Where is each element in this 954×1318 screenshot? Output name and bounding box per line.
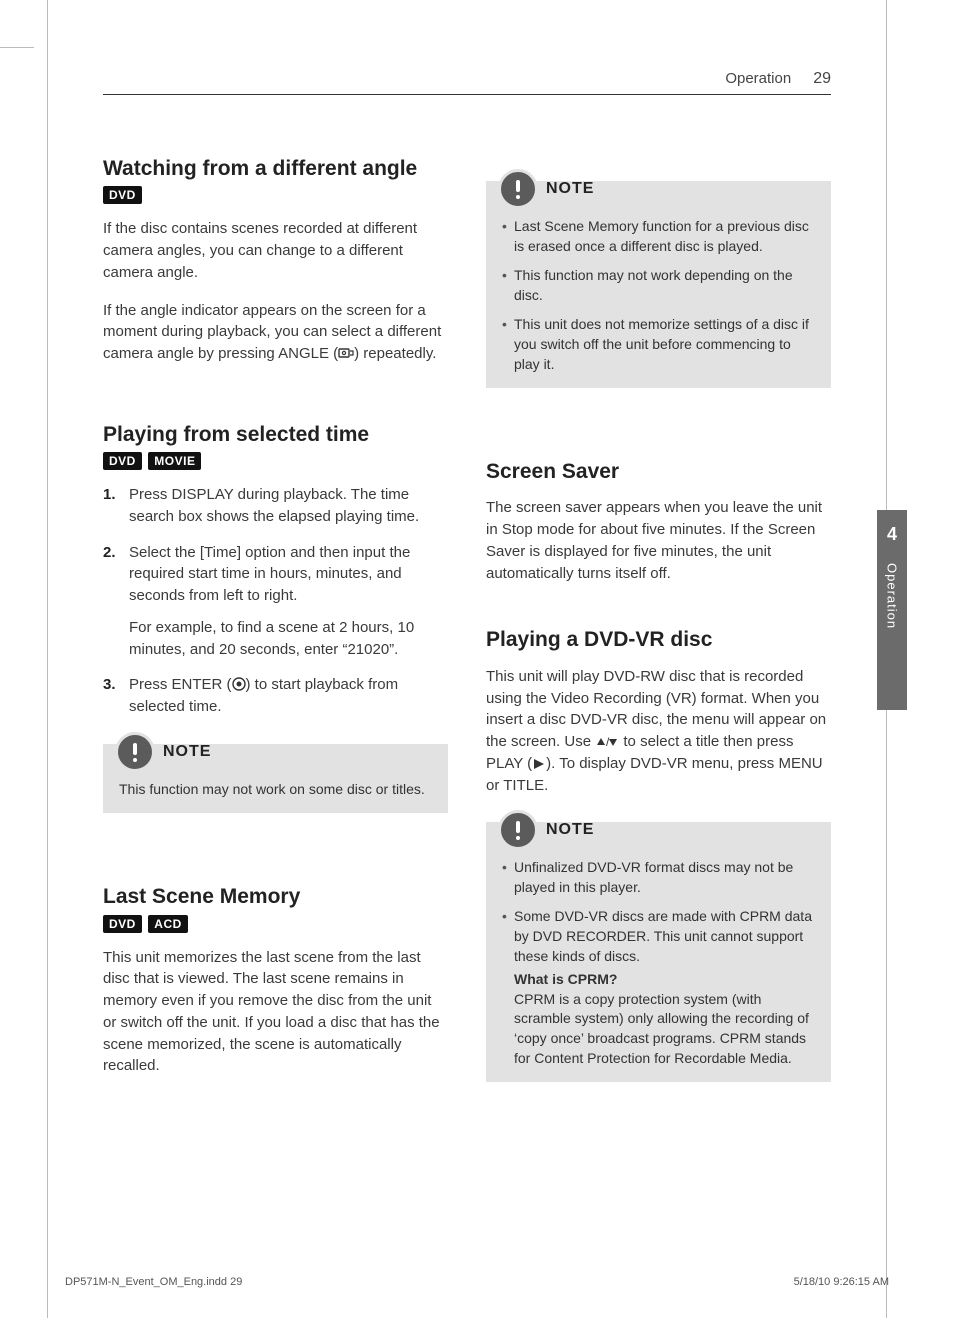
body-text: This unit memorizes the last scene from … <box>103 947 448 1078</box>
body-text: If the disc contains scenes recorded at … <box>103 218 448 283</box>
note-item: Last Scene Memory function for a previou… <box>502 217 815 256</box>
side-tab: 4 Operation <box>877 510 907 710</box>
note-title: NOTE <box>546 821 594 839</box>
note-box: NOTE Unfinalized DVD-VR format discs may… <box>486 822 831 1082</box>
step-item: Press DISPLAY during playback. The time … <box>103 484 448 528</box>
heading-playing-from-time: Playing from selected time <box>103 421 448 448</box>
svg-text:/: / <box>606 736 610 748</box>
header-section: Operation <box>725 70 791 87</box>
body-text: This unit will play DVD-RW disc that is … <box>486 666 831 797</box>
side-tab-label: Operation <box>885 563 900 629</box>
note-item: Some DVD-VR discs are made with CPRM dat… <box>502 907 815 966</box>
left-column: Watching from a different angle DVD If t… <box>103 155 448 1112</box>
body-text: The screen saver appears when you leave … <box>486 497 831 584</box>
pill-dvd: DVD <box>103 452 142 470</box>
footer-timestamp: 5/18/10 9:26:15 AM <box>794 1276 889 1288</box>
up-down-arrows-icon: / <box>595 736 619 748</box>
note-box: NOTE This function may not work on some … <box>103 744 448 814</box>
note-subheading: What is CPRM? <box>502 970 815 990</box>
step-item: Press ENTER () to start playback from se… <box>103 674 448 718</box>
heading-screen-saver: Screen Saver <box>486 458 831 485</box>
right-column: NOTE Last Scene Memory function for a pr… <box>486 155 831 1112</box>
note-title: NOTE <box>546 180 594 198</box>
pill-movie: MOVIE <box>148 452 201 470</box>
note-icon <box>498 169 538 209</box>
heading-dvd-vr: Playing a DVD-VR disc <box>486 626 831 653</box>
note-item: This function may not work depending on … <box>502 266 815 305</box>
note-icon <box>498 810 538 850</box>
footer-file: DP571M-N_Event_OM_Eng.indd 29 <box>65 1276 242 1288</box>
header-page-number: 29 <box>813 70 831 88</box>
steps-list: Press DISPLAY during playback. The time … <box>103 484 448 718</box>
pill-dvd: DVD <box>103 915 142 933</box>
heading-last-scene-memory: Last Scene Memory <box>103 883 448 910</box>
pill-acd: ACD <box>148 915 188 933</box>
note-item: Unfinalized DVD-VR format discs may not … <box>502 858 815 897</box>
media-pills: DVD ACD <box>103 915 448 933</box>
side-tab-number: 4 <box>877 524 907 545</box>
note-icon <box>115 732 155 772</box>
pill-dvd: DVD <box>103 186 142 204</box>
play-icon <box>532 758 546 770</box>
step-item: Select the [Time] option and then input … <box>103 542 448 661</box>
note-text: CPRM is a copy protection system (with s… <box>502 990 815 1068</box>
page-frame: Operation 29 Watching from a different a… <box>47 0 887 1318</box>
running-header: Operation 29 <box>103 70 831 95</box>
media-pills: DVD MOVIE <box>103 452 448 470</box>
body-text: If the angle indicator appears on the sc… <box>103 300 448 365</box>
note-text: This function may not work on some disc … <box>119 780 432 800</box>
crop-mark <box>0 47 34 48</box>
note-title: NOTE <box>163 743 211 761</box>
note-box: NOTE Last Scene Memory function for a pr… <box>486 181 831 388</box>
heading-watching-angle: Watching from a different angle <box>103 155 448 182</box>
note-item: This unit does not memorize settings of … <box>502 315 815 374</box>
angle-icon <box>338 346 354 360</box>
enter-icon <box>232 677 246 691</box>
media-pills: DVD <box>103 186 448 204</box>
page-footer: DP571M-N_Event_OM_Eng.indd 29 5/18/10 9:… <box>65 1276 889 1288</box>
